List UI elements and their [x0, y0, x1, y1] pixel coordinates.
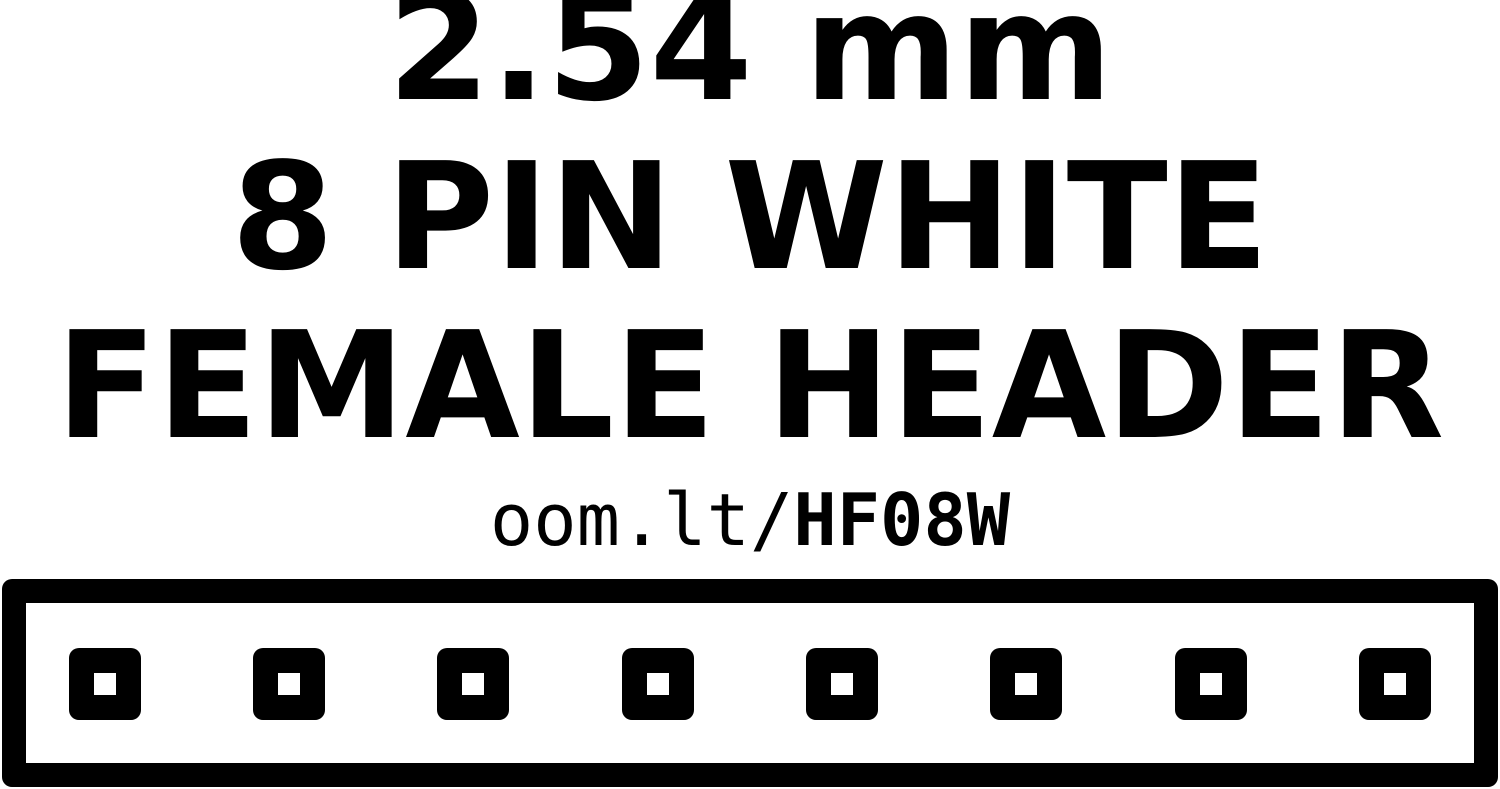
- title-line-size: 2.54 mm: [387, 0, 1113, 134]
- product-link: oom.lt/HF08W: [0, 484, 1500, 556]
- product-link-code: HF08W: [793, 478, 1011, 562]
- pin-6: [990, 648, 1062, 720]
- pin-7: [1175, 648, 1247, 720]
- pin-3: [437, 648, 509, 720]
- pin-2: [253, 648, 325, 720]
- pin-5: [806, 648, 878, 720]
- product-link-prefix: oom.lt/: [489, 478, 794, 562]
- title-line-type: FEMALE HEADER: [55, 300, 1445, 472]
- pin-8: [1359, 648, 1431, 720]
- header-body-outline: [2, 579, 1498, 787]
- pin-4: [622, 648, 694, 720]
- pin-1: [69, 648, 141, 720]
- title-line-pins: 8 PIN WHITE: [231, 131, 1269, 303]
